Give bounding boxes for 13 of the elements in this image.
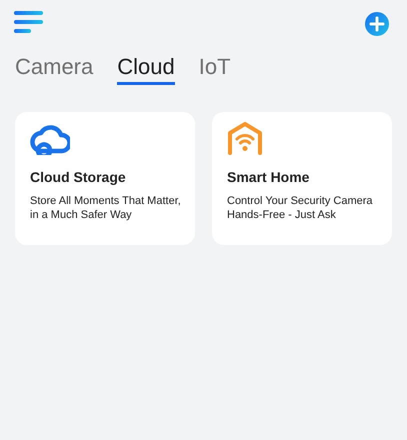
card-description: Control Your Security Camera Hands-Free - Just Ask [227, 195, 374, 223]
menu-icon[interactable] [14, 11, 44, 33]
feature-card[interactable]: Smart Home Control Your Security Camera Hands-Free - Just Ask [212, 112, 392, 246]
card-description: Store All Moments That Matter, in a Much Safer Way [30, 195, 182, 223]
card-title: Cloud Storage [30, 168, 127, 188]
smart-home-icon [227, 122, 263, 156]
tab[interactable]: Camera [15, 54, 94, 86]
tab[interactable]: IoT [198, 54, 231, 86]
card-title: Smart Home [227, 168, 310, 188]
add-icon[interactable] [365, 12, 389, 36]
tab[interactable]: Cloud [117, 54, 175, 86]
feature-card[interactable]: Cloud Storage Store All Moments That Matter, in a Much Safer Way [15, 112, 195, 246]
cloud-icon [30, 122, 70, 156]
